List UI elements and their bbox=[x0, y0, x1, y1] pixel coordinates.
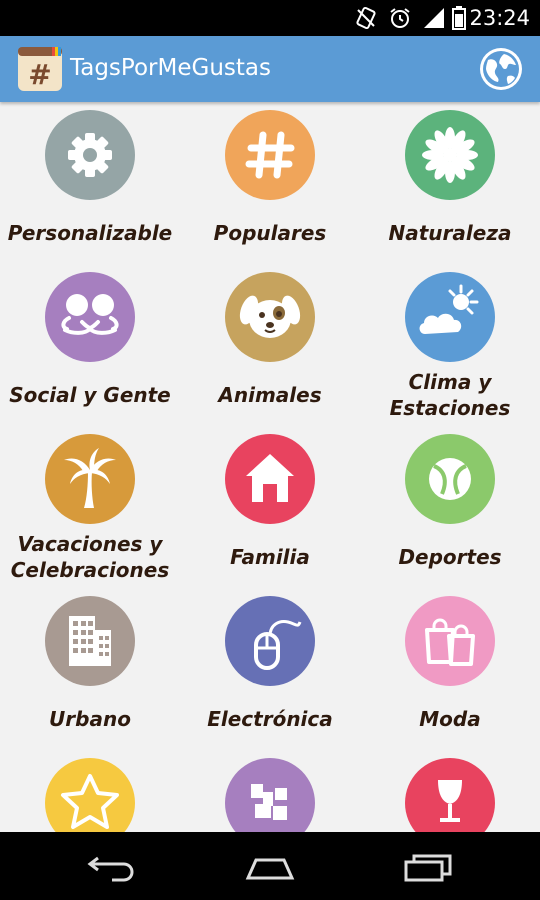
gear-icon bbox=[68, 133, 112, 177]
hashtag-icon bbox=[245, 131, 295, 179]
dog-icon bbox=[239, 295, 301, 338]
home-icon[interactable] bbox=[240, 846, 300, 886]
category-icon-circle bbox=[405, 434, 495, 524]
category-familia[interactable]: Familia bbox=[180, 426, 360, 588]
category-label: Urbano bbox=[49, 707, 131, 731]
signal-icon bbox=[424, 8, 444, 28]
category-icon-circle bbox=[45, 110, 135, 200]
recent-apps-icon[interactable] bbox=[398, 846, 458, 886]
status-bar: 23:24 bbox=[0, 0, 540, 36]
category-wine[interactable] bbox=[360, 750, 540, 832]
category-label: Naturaleza bbox=[388, 221, 512, 245]
category-icon-circle bbox=[405, 596, 495, 686]
wine-glass-icon bbox=[438, 780, 462, 822]
people-icon bbox=[61, 294, 119, 335]
app-logo-icon: # bbox=[18, 47, 62, 91]
category-deportes[interactable]: Deportes bbox=[360, 426, 540, 588]
star-icon bbox=[61, 774, 119, 829]
app-bar: # TagsPorMeGustas bbox=[0, 36, 540, 102]
back-icon[interactable] bbox=[82, 846, 142, 886]
category-icon-circle bbox=[45, 758, 135, 832]
category-icon-circle bbox=[405, 758, 495, 832]
category-icon-circle bbox=[225, 272, 315, 362]
category-naturaleza[interactable]: Naturaleza bbox=[360, 102, 540, 264]
ball-icon bbox=[429, 458, 471, 500]
category-icon-circle bbox=[45, 596, 135, 686]
palm-tree-icon bbox=[64, 448, 116, 508]
category-label: Personalizable bbox=[7, 221, 173, 245]
category-blocks[interactable] bbox=[180, 750, 360, 832]
category-icon-circle bbox=[45, 434, 135, 524]
category-label: Populares bbox=[213, 221, 327, 245]
alarm-icon bbox=[390, 8, 410, 28]
building-icon bbox=[69, 616, 111, 666]
category-label: Animales bbox=[218, 383, 322, 407]
mouse-icon bbox=[254, 620, 302, 670]
category-clima-y-estaciones[interactable]: Clima y Estaciones bbox=[360, 264, 540, 426]
category-star[interactable] bbox=[0, 750, 180, 832]
category-label: Social y Gente bbox=[9, 383, 171, 407]
category-electronica[interactable]: Electrónica bbox=[180, 588, 360, 750]
category-personalizable[interactable]: Personalizable bbox=[0, 102, 180, 264]
no-sim-icon bbox=[356, 6, 376, 30]
category-icon-circle bbox=[225, 758, 315, 832]
category-grid: Personalizable Populares Naturaleza Soci… bbox=[0, 102, 540, 832]
category-social-y-gente[interactable]: Social y Gente bbox=[0, 264, 180, 426]
category-icon-circle bbox=[225, 596, 315, 686]
navigation-bar bbox=[0, 832, 540, 900]
category-label: Deportes bbox=[398, 545, 502, 569]
category-label: Electrónica bbox=[207, 707, 333, 731]
category-icon-circle bbox=[225, 110, 315, 200]
clock: 23:24 bbox=[469, 6, 530, 30]
house-icon bbox=[246, 454, 294, 502]
shopping-bags-icon bbox=[425, 618, 475, 666]
category-icon-circle bbox=[405, 272, 495, 362]
category-label: Moda bbox=[419, 707, 481, 731]
category-label: Familia bbox=[230, 545, 310, 569]
category-populares[interactable]: Populares bbox=[180, 102, 360, 264]
category-animales[interactable]: Animales bbox=[180, 264, 360, 426]
blocks-icon bbox=[251, 784, 287, 820]
app-title: TagsPorMeGustas bbox=[70, 55, 271, 81]
weather-icon bbox=[419, 284, 479, 334]
flower-icon bbox=[422, 127, 478, 183]
category-icon-circle bbox=[405, 110, 495, 200]
category-icon-circle bbox=[225, 434, 315, 524]
svg-text:#: # bbox=[28, 58, 51, 91]
category-icon-circle bbox=[45, 272, 135, 362]
category-label: Clima y Estaciones bbox=[389, 370, 511, 420]
category-moda[interactable]: Moda bbox=[360, 588, 540, 750]
globe-icon[interactable] bbox=[478, 46, 524, 92]
category-label: Vacaciones y Celebraciones bbox=[10, 532, 170, 582]
battery-icon bbox=[452, 6, 466, 30]
category-vacaciones-y-celebraciones[interactable]: Vacaciones y Celebraciones bbox=[0, 426, 180, 588]
category-urbano[interactable]: Urbano bbox=[0, 588, 180, 750]
